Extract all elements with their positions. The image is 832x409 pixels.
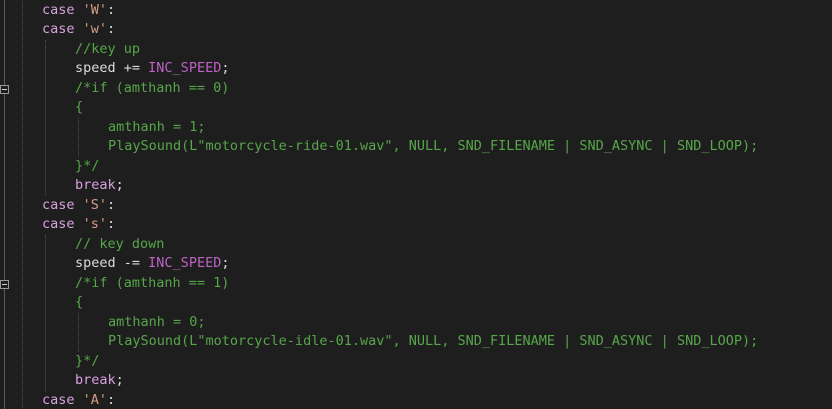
code-line[interactable]: case 'W': xyxy=(42,1,115,21)
indent-guide xyxy=(45,234,46,391)
indent-guide xyxy=(78,117,79,157)
code-token: amthanh = 1; xyxy=(108,118,206,135)
collapse-icon[interactable] xyxy=(0,84,9,94)
code-token: ; xyxy=(221,60,230,76)
code-token: 'w' xyxy=(82,21,108,37)
code-token: break xyxy=(75,372,116,388)
code-line[interactable]: { xyxy=(75,98,83,118)
code-token: : xyxy=(107,1,116,18)
code-token: }*/ xyxy=(75,157,100,174)
code-line[interactable]: amthanh = 0; xyxy=(108,313,206,333)
code-line[interactable]: PlaySound(L"motorcycle-ride-01.wav", NUL… xyxy=(108,137,758,157)
code-token: INC_SPEED xyxy=(140,255,222,271)
code-token: 's' xyxy=(82,216,108,232)
code-token: break xyxy=(75,177,116,193)
code-line[interactable]: }*/ xyxy=(75,352,99,372)
code-line[interactable]: case 's': xyxy=(42,215,115,235)
code-token: //key up xyxy=(75,40,141,57)
code-token: += xyxy=(123,60,141,76)
code-editor[interactable]: case 'W': case 'w'://key up speed += INC_S… xyxy=(0,0,832,409)
code-token: : xyxy=(107,391,116,408)
code-token: // key down xyxy=(75,235,165,252)
code-token: 'W' xyxy=(82,1,108,18)
code-line[interactable]: }*/ xyxy=(75,157,99,177)
code-token: 'S' xyxy=(82,196,108,213)
code-token: case xyxy=(42,391,83,408)
fold-gutter-line xyxy=(4,0,5,409)
code-token: : xyxy=(107,216,116,232)
code-token: /*if (amthanh == 1) xyxy=(75,274,230,291)
code-line[interactable]: /*if (amthanh == 1) xyxy=(75,274,229,294)
code-line[interactable]: amthanh = 1; xyxy=(108,118,206,138)
code-line[interactable]: break; xyxy=(75,371,124,391)
code-token: PlaySound(L"motorcycle-ride-01.wav", NUL… xyxy=(108,138,759,154)
code-line[interactable]: //key up xyxy=(75,40,140,60)
code-token: case xyxy=(42,216,83,232)
code-token: case xyxy=(42,1,83,18)
code-token: { xyxy=(75,99,84,115)
code-line[interactable]: speed -= INC_SPEED; xyxy=(75,254,229,274)
code-line[interactable]: speed += INC_SPEED; xyxy=(75,59,229,79)
code-token: : xyxy=(107,21,116,37)
code-token: amthanh = 0; xyxy=(108,313,206,330)
code-line[interactable]: /*if (amthanh == 0) xyxy=(75,79,229,99)
code-token: speed xyxy=(75,60,124,76)
fold-gutter xyxy=(0,0,10,409)
indent-guide xyxy=(45,39,46,196)
collapse-icon[interactable] xyxy=(0,279,9,289)
code-line[interactable]: break; xyxy=(75,176,124,196)
code-token: PlaySound(L"motorcycle-idle-01.wav", NUL… xyxy=(108,333,759,349)
code-token: case xyxy=(42,21,83,37)
code-line[interactable]: PlaySound(L"motorcycle-idle-01.wav", NUL… xyxy=(108,332,758,352)
code-line[interactable]: case 'w': xyxy=(42,20,115,40)
code-token: -= xyxy=(123,255,141,271)
code-token: }*/ xyxy=(75,352,100,369)
code-token: ; xyxy=(115,177,124,193)
code-token: ; xyxy=(221,255,230,271)
code-token: 'A' xyxy=(82,391,108,408)
code-line[interactable]: case 'S': xyxy=(42,196,115,216)
code-token: : xyxy=(107,196,116,213)
code-token: INC_SPEED xyxy=(140,60,222,76)
code-token: ; xyxy=(115,372,124,388)
indent-guide xyxy=(78,312,79,352)
code-line[interactable]: { xyxy=(75,293,83,313)
code-token: /*if (amthanh == 0) xyxy=(75,79,230,96)
code-token: speed xyxy=(75,255,124,271)
indent-guide xyxy=(22,0,23,409)
code-line[interactable]: case 'A': xyxy=(42,391,115,409)
code-token: case xyxy=(42,196,83,213)
code-line[interactable]: // key down xyxy=(75,235,164,255)
code-token: { xyxy=(75,294,84,310)
